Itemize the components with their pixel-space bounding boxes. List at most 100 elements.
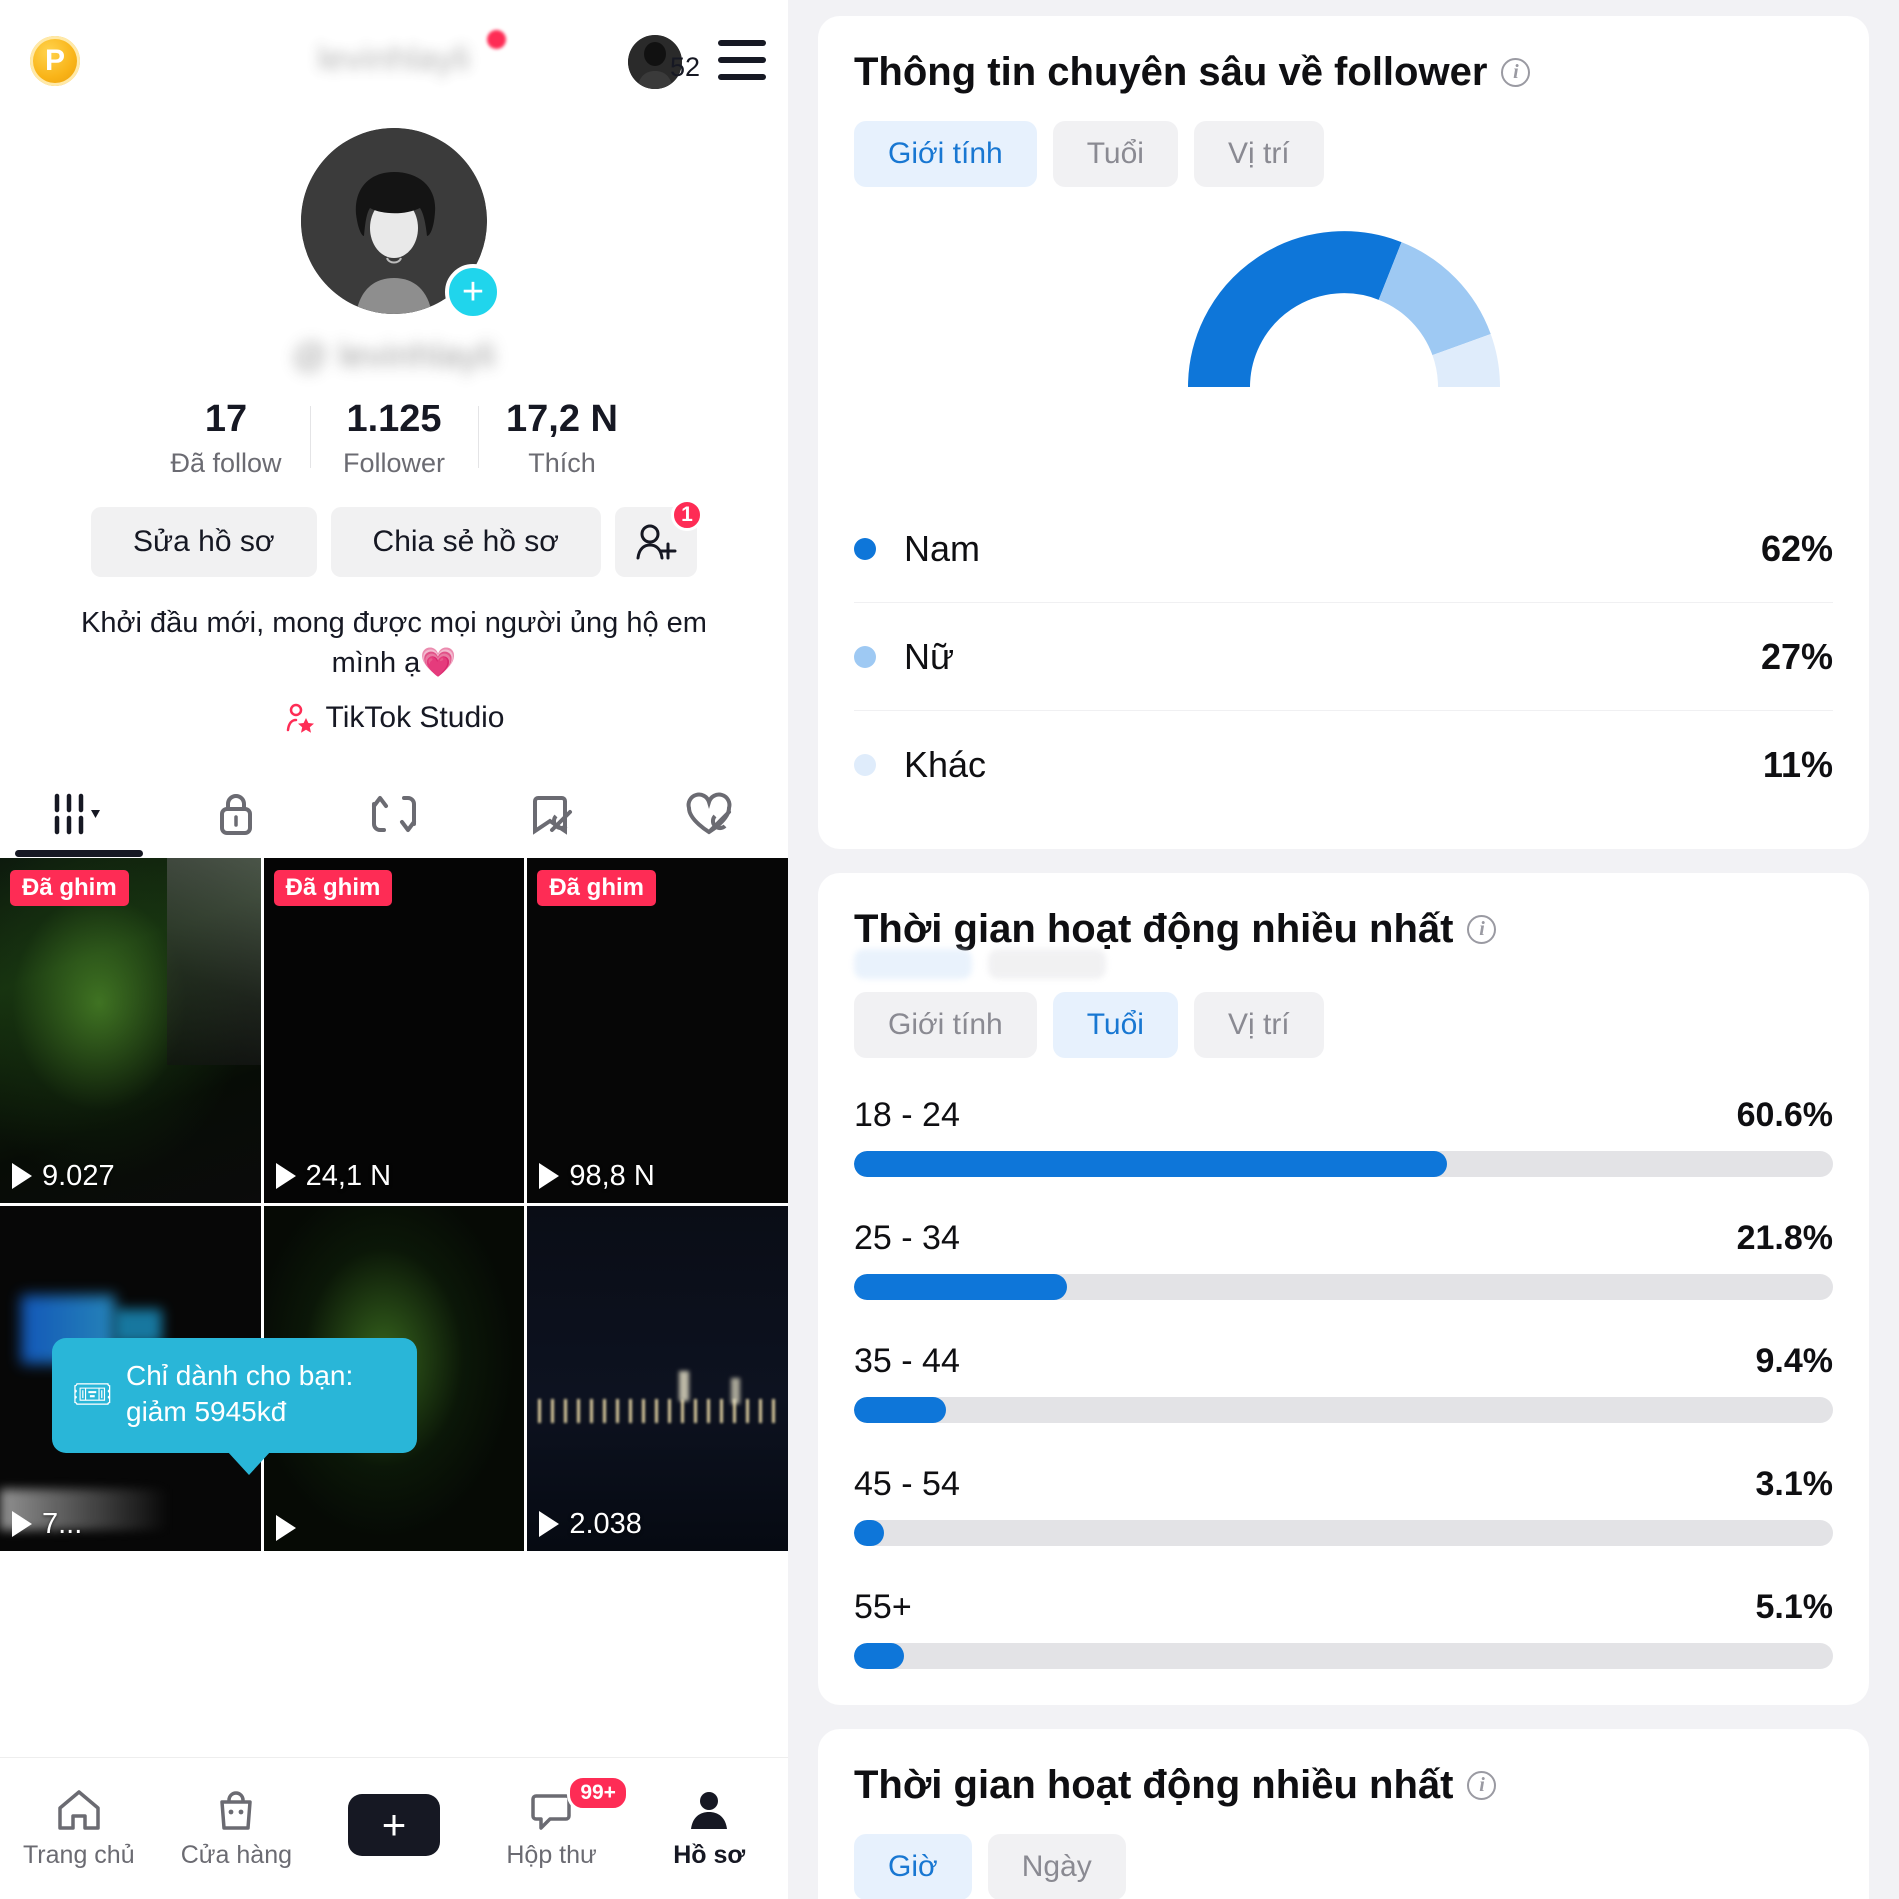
active-time-card: Thời gian hoạt động nhiều nhất i Giờ Ngà…: [818, 1729, 1869, 1899]
profile-person-icon: [691, 1792, 728, 1829]
age-label: 18 - 24: [854, 1096, 960, 1134]
stat-followers[interactable]: 1.125 Follower: [310, 398, 478, 479]
age-bar-fill: [854, 1397, 947, 1423]
play-count-value: 9.027: [42, 1159, 115, 1192]
profile-handle: @ levinhlayli: [292, 336, 496, 375]
blurred-username-top: levinhlayli: [317, 40, 471, 78]
tiktok-studio-link[interactable]: TikTok Studio: [0, 701, 788, 735]
scroll-ghost-tabs: [854, 949, 1106, 979]
promo-tooltip[interactable]: 🎟 Chỉ dành cho bạn: giảm 5945kđ: [52, 1338, 417, 1475]
play-icon: [12, 1511, 32, 1538]
tiktok-profile-panel: P levinhlayli 52 + @ levinhlayli 17 Đã f…: [0, 0, 788, 1899]
share-profile-button[interactable]: Chia sẻ hồ sơ: [330, 506, 601, 577]
tab-saved[interactable]: [473, 779, 631, 849]
follower-insights-panel: Thông tin chuyên sâu về follower i Giới …: [788, 0, 1899, 1899]
gender-gauge-chart: [854, 209, 1833, 459]
age-label: 35 - 44: [854, 1342, 960, 1380]
stat-following[interactable]: 17 Đã follow: [142, 398, 310, 479]
info-icon[interactable]: i: [1467, 1771, 1497, 1800]
age-bar-track: [854, 1274, 1833, 1300]
ghost-tab: [988, 949, 1106, 979]
nav-label-inbox: Hộp thư: [506, 1841, 597, 1869]
age-bar-fill: [854, 1274, 1068, 1300]
age-bar-fill: [854, 1643, 904, 1669]
legend-value-female: 27%: [1760, 635, 1833, 677]
age-label: 45 - 54: [854, 1465, 960, 1503]
stat-likes[interactable]: 17,2 N Thích: [478, 398, 646, 479]
nav-item-create[interactable]: +: [315, 1793, 473, 1864]
age-bar-row: 18 - 24 60.6%: [854, 1096, 1833, 1177]
follow-plus-icon[interactable]: +: [445, 264, 501, 320]
legend-value-male: 62%: [1760, 527, 1833, 569]
tab-posts[interactable]: [0, 779, 158, 849]
age-bar-fill: [854, 1151, 1448, 1177]
stat-followers-value: 1.125: [346, 398, 442, 440]
gender-card-title-text: Thông tin chuyên sâu về follower: [854, 50, 1488, 94]
video-cell[interactable]: Đã ghim 9.027: [0, 857, 261, 1203]
tab-hour[interactable]: Giờ: [854, 1834, 972, 1899]
stat-followers-label: Follower: [342, 447, 446, 478]
age-card-tabs: Giới tính Tuổi Vị trí: [854, 992, 1833, 1058]
profile-bio: Khởi đầu mới, mong được mọi người ủng hộ…: [74, 603, 714, 683]
age-value: 60.6%: [1736, 1096, 1833, 1134]
play-count-value: 24,1 N: [305, 1159, 392, 1192]
nav-item-profile[interactable]: Hồ sơ: [630, 1787, 788, 1870]
add-friends-button[interactable]: 1: [614, 498, 703, 577]
play-count-value: 7...: [42, 1507, 83, 1540]
age-value: 21.8%: [1736, 1219, 1833, 1257]
nav-item-home[interactable]: Trang chủ: [0, 1787, 158, 1870]
legend-row: Nam 62%: [854, 495, 1833, 603]
edit-profile-button[interactable]: Sửa hồ sơ: [91, 506, 317, 577]
home-icon: [58, 1790, 100, 1830]
video-cell[interactable]: Đã ghim 24,1 N: [263, 857, 525, 1203]
info-icon[interactable]: i: [1501, 58, 1531, 87]
stat-following-value: 17: [204, 398, 248, 440]
profile-actions: Sửa hồ sơ Chia sẻ hồ sơ 1: [0, 498, 788, 577]
liked-hidden-icon: [686, 792, 732, 835]
ghost-tab: [854, 949, 972, 979]
posts-grid-icon: [54, 793, 100, 834]
app-screen: P levinhlayli 52 + @ levinhlayli 17 Đã f…: [0, 0, 1899, 1899]
shop-bag-icon: [220, 1791, 253, 1830]
tab-reposts[interactable]: [315, 779, 473, 849]
create-plus-icon[interactable]: +: [340, 1793, 447, 1856]
tab-gender[interactable]: Giới tính: [854, 992, 1037, 1058]
tab-private[interactable]: [158, 779, 316, 849]
info-icon[interactable]: i: [1467, 915, 1497, 944]
tab-day[interactable]: Ngày: [987, 1834, 1126, 1899]
age-bar-chart: 18 - 24 60.6% 25 - 34 21.8% 35 - 44 9.4%…: [854, 1096, 1833, 1669]
play-count: 98,8 N: [539, 1160, 655, 1193]
pinned-badge: Đã ghim: [10, 869, 129, 906]
video-cell[interactable]: Đã ghim 98,8 N: [527, 857, 788, 1203]
video-cell[interactable]: 2.038: [527, 1205, 788, 1551]
nav-item-inbox[interactable]: 99+ Hộp thư: [473, 1775, 631, 1870]
age-insights-card: Thời gian hoạt động nhiều nhất i Giới tí…: [818, 873, 1869, 1705]
tab-gender[interactable]: Giới tính: [854, 121, 1037, 187]
nav-item-shop[interactable]: Cửa hàng: [158, 1787, 316, 1870]
legend-label-female: Nữ: [904, 635, 955, 677]
profile-stats: 17 Đã follow 1.125 Follower 17,2 N Thích: [0, 398, 788, 479]
age-value: 3.1%: [1755, 1465, 1834, 1503]
play-icon: [539, 1511, 560, 1538]
age-card-title-text: Thời gian hoạt động nhiều nhất: [854, 907, 1454, 951]
heart-emoji-icon: 💗: [420, 646, 457, 679]
avatar[interactable]: +: [301, 128, 501, 320]
age-bar-track: [854, 1520, 1833, 1546]
tab-location[interactable]: Vị trí: [1193, 121, 1324, 187]
play-icon: [275, 1514, 296, 1541]
gender-semi-donut: [1187, 231, 1500, 389]
legend-row: Khác 11%: [854, 711, 1833, 819]
lock-icon: [220, 793, 253, 835]
age-bar-row: 35 - 44 9.4%: [854, 1342, 1833, 1423]
tab-age[interactable]: Tuổi: [1052, 121, 1178, 187]
tab-liked[interactable]: [630, 779, 788, 849]
time-card-title: Thời gian hoạt động nhiều nhất i: [854, 1763, 1833, 1808]
gender-legend: Nam 62% Nữ 27% Khác 11%: [854, 495, 1833, 819]
age-value: 9.4%: [1755, 1342, 1834, 1380]
nav-label-home: Trang chủ: [22, 1841, 135, 1869]
tab-age[interactable]: Tuổi: [1052, 992, 1178, 1058]
tab-location[interactable]: Vị trí: [1193, 992, 1324, 1058]
pro-badge-icon[interactable]: P: [30, 36, 80, 86]
age-label: 25 - 34: [854, 1219, 960, 1257]
hamburger-icon[interactable]: [718, 40, 766, 80]
